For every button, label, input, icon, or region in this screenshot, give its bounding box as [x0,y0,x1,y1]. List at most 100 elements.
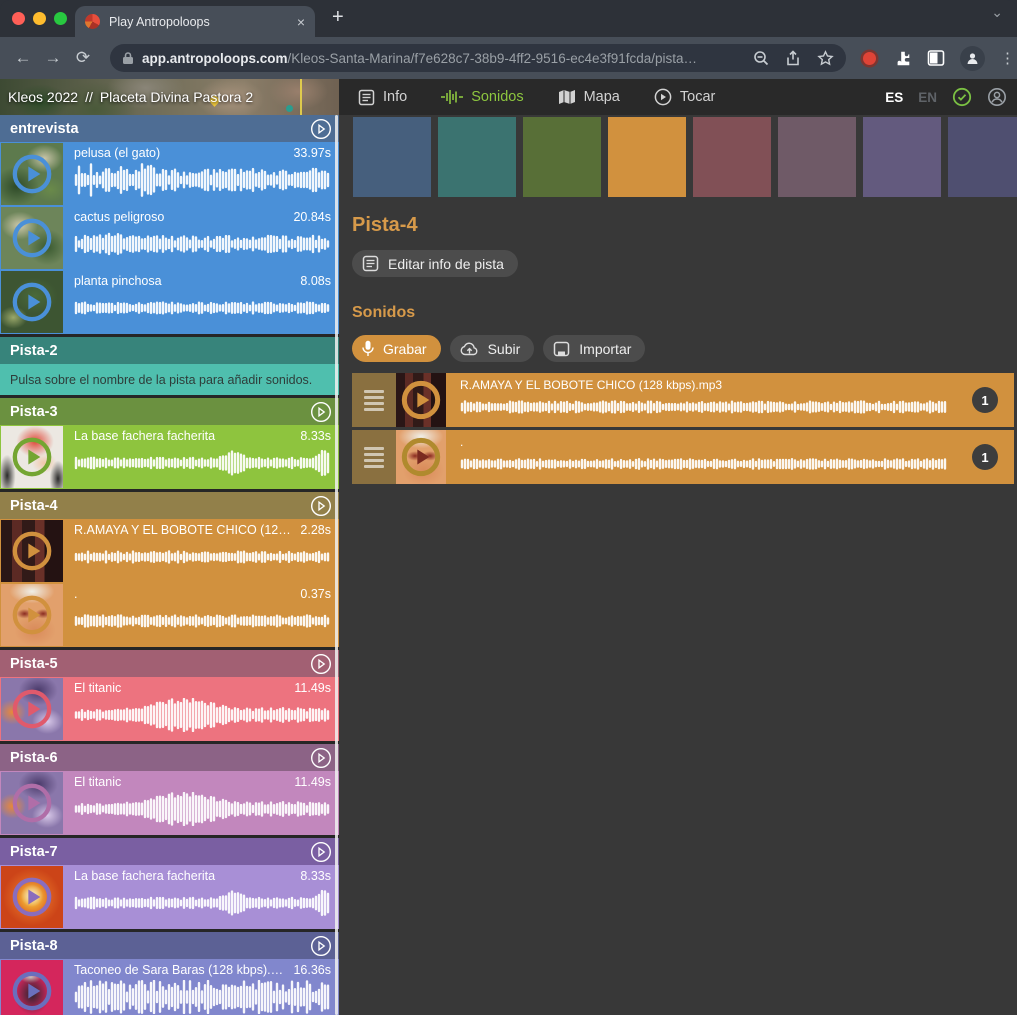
sound-thumbnail[interactable] [396,373,446,427]
profile-avatar[interactable] [960,46,985,71]
clip-thumbnail[interactable] [1,960,63,1015]
minimize-window-button[interactable] [33,12,46,25]
clip-play-overlay-icon [12,531,52,571]
tab-sonidos[interactable]: Sonidos [441,89,523,105]
lang-en[interactable]: EN [918,90,937,105]
clip[interactable]: planta pinchosa 8.08s [0,270,339,334]
side-panel-icon[interactable] [927,49,945,67]
pista-play-button[interactable] [310,747,332,769]
track-tab-5[interactable] [693,117,771,197]
reload-button[interactable]: ⟳ [68,48,98,68]
pista-header[interactable]: Pista-4 [0,492,339,519]
breadcrumb-project[interactable]: Kleos 2022 [8,89,78,105]
browser-toolbar: ← → ⟳ app.antropoloops.com/Kleos-Santa-M… [0,37,1017,79]
pista-header[interactable]: Pista-8 [0,932,339,959]
chrome-menu-icon[interactable]: ⋮ [1000,49,1015,67]
sound-row[interactable]: R.AMAYA Y EL BOBOTE CHICO (128 kbps).mp3… [352,373,1014,427]
clip[interactable]: La base fachera facherita 8.33s [0,425,339,489]
macos-traffic-lights[interactable] [12,12,67,25]
close-window-button[interactable] [12,12,25,25]
tab-search-chevron-icon[interactable]: ⌄ [991,4,1003,21]
clip[interactable]: cactus peligroso 20.84s [0,206,339,270]
bookmark-star-icon[interactable] [817,50,834,67]
pista-play-button[interactable] [310,653,332,675]
url-text: app.antropoloops.com/Kleos-Santa-Marina/… [142,51,697,66]
clip[interactable]: El titanic 11.49s [0,771,339,835]
account-icon[interactable] [987,87,1007,107]
upload-button[interactable]: Subir [450,335,535,362]
drag-handle-icon [364,444,384,471]
zoom-out-icon[interactable] [753,50,769,66]
clip-thumbnail[interactable] [1,584,63,646]
tab-close-icon[interactable]: × [297,14,305,30]
clip-thumbnail[interactable] [1,143,63,205]
drag-handle[interactable] [352,430,396,484]
sound-thumbnail[interactable] [396,430,446,484]
pista-header[interactable]: Pista-2 [0,337,339,364]
clip-name: pelusa (el gato) [74,146,285,160]
drag-handle[interactable] [352,373,396,427]
clip[interactable]: El titanic 11.49s [0,677,339,741]
clip[interactable]: . 0.37s [0,583,339,647]
edit-track-info-button[interactable]: Editar info de pista [352,250,518,277]
track-tab-2[interactable] [438,117,516,197]
track-tab-8[interactable] [948,117,1017,197]
clip[interactable]: Taconeo de Sara Baras (128 kbps).mp3 16.… [0,959,339,1015]
zoom-window-button[interactable] [54,12,67,25]
clip-play-overlay-icon [12,783,52,823]
breadcrumb[interactable]: Kleos 2022 // Placeta Divina Pastora 2 [8,79,253,115]
back-button[interactable]: ← [8,48,38,68]
pista-play-button[interactable] [310,841,332,863]
pista-play-button[interactable] [310,401,332,423]
clip-thumbnail[interactable] [1,207,63,269]
pista-header[interactable]: Pista-7 [0,838,339,865]
address-bar[interactable]: app.antropoloops.com/Kleos-Santa-Marina/… [110,44,846,72]
new-tab-button[interactable]: + [332,6,344,29]
record-button[interactable]: Grabar [352,335,441,362]
clip-thumbnail[interactable] [1,520,63,582]
track-tab-3[interactable] [523,117,601,197]
tab-mapa[interactable]: Mapa [558,89,620,105]
pista-header[interactable]: Pista-6 [0,744,339,771]
clip-thumbnail[interactable] [1,426,63,488]
pista-header[interactable]: Pista-5 [0,650,339,677]
clip-thumbnail[interactable] [1,772,63,834]
browser-tab[interactable]: Play Antropoloops × [75,6,315,37]
track-tab-7[interactable] [863,117,941,197]
pista-play-button[interactable] [310,118,332,140]
clip-thumbnail[interactable] [1,678,63,740]
recording-indicator-icon[interactable] [863,52,876,65]
tab-tocar[interactable]: Tocar [654,88,715,106]
sounds-heading: Sonidos [352,304,1017,322]
waveform [74,604,331,638]
clip-play-overlay-icon [12,437,52,477]
sound-list: R.AMAYA Y EL BOBOTE CHICO (128 kbps).mp3… [352,373,1014,484]
clip-thumbnail[interactable] [1,866,63,928]
pista-header[interactable]: entrevista [0,115,339,142]
waveform [74,698,331,732]
track-tab-1[interactable] [353,117,431,197]
track-tab-6[interactable] [778,117,856,197]
project-cover-photo[interactable]: Kleos 2022 // Placeta Divina Pastora 2 [0,79,339,115]
pista-play-button[interactable] [310,495,332,517]
waveform [460,394,950,420]
sidebar-scrollbar[interactable] [335,115,338,1015]
waveform [74,163,331,197]
lang-es[interactable]: ES [885,90,903,105]
saved-check-icon [952,87,972,107]
clip[interactable]: La base fachera facherita 8.33s [0,865,339,929]
pista-6: Pista-6 El titanic 11.49s [0,744,339,835]
breadcrumb-scene[interactable]: Placeta Divina Pastora 2 [100,89,253,105]
tab-info[interactable]: Info [358,89,407,106]
clip[interactable]: R.AMAYA Y EL BOBOTE CHICO (128 kbps)....… [0,519,339,583]
share-icon[interactable] [785,50,801,67]
forward-button[interactable]: → [38,48,68,68]
clip-thumbnail[interactable] [1,271,63,333]
extensions-puzzle-icon[interactable] [894,49,912,67]
pista-header[interactable]: Pista-3 [0,398,339,425]
clip[interactable]: pelusa (el gato) 33.97s [0,142,339,206]
pista-play-button[interactable] [310,935,332,957]
track-tab-4-selected[interactable] [608,117,686,197]
sound-row[interactable]: . 1 [352,430,1014,484]
import-button[interactable]: Importar [543,335,645,362]
